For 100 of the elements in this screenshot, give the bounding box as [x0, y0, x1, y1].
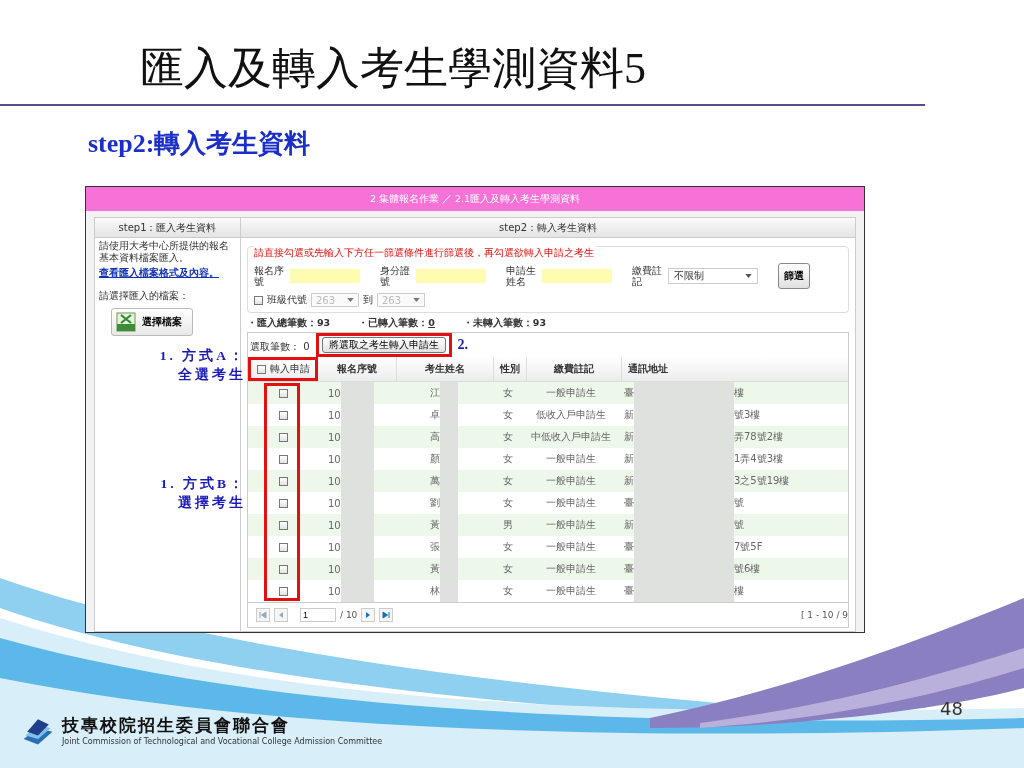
annotation-text: 2. [457, 337, 469, 353]
checkbox[interactable] [278, 432, 288, 442]
table-cell: 10 [328, 541, 341, 553]
select-all-header[interactable]: 轉入申請 [248, 357, 318, 381]
transfer-button[interactable]: 將選取之考生轉入申請生 [321, 337, 446, 353]
breadcrumb: 2.集體報名作業 ／ 2.1匯入及轉入考生學測資料 [369, 192, 581, 206]
table-cell: 10 [328, 519, 341, 531]
table-cell-text: 女 [502, 452, 514, 466]
step2-header: step2：轉入考生資料 [241, 218, 855, 238]
table-cell: 號 [734, 518, 744, 532]
table-cell: 臺 [624, 496, 634, 510]
caret-icon [745, 274, 752, 278]
table-cell: 新 [624, 452, 634, 466]
input-field[interactable] [416, 269, 486, 283]
table-cell-text: 一般申請生 [545, 562, 597, 576]
count-stat: ・未轉入筆數：93 [462, 317, 547, 329]
organization-name-english: Joint Commission of Technological and Vocational College Admission Committee [62, 737, 383, 746]
table-cell-text: 女 [502, 496, 514, 510]
table-cell: 3之5號19樓 [734, 474, 790, 488]
table-cell-text: 一般申請生 [545, 540, 597, 554]
table-cell: 高 [430, 430, 440, 444]
table-cell: 劉 [430, 496, 440, 510]
input-field[interactable] [290, 269, 360, 283]
table-cell: 10 [328, 453, 341, 465]
table-cell: 林 [430, 584, 440, 598]
table-cell: 10 [328, 563, 341, 575]
step1-header: step1：匯入考生資料 [95, 218, 240, 238]
checkbox[interactable] [278, 454, 288, 464]
table-cell: 樓 [734, 386, 744, 400]
filter-button[interactable]: 篩選 [778, 263, 810, 289]
caret-icon [347, 298, 354, 302]
table-cell: 新 [624, 408, 634, 422]
next-page-icon[interactable] [361, 608, 376, 622]
checkbox[interactable] [278, 542, 288, 552]
checkbox[interactable] [278, 410, 288, 420]
table-cell-text: 女 [502, 540, 514, 554]
page-total: / 10 [340, 610, 358, 620]
column-header: 通訊地址 [627, 362, 669, 376]
table-cell: 新 [624, 518, 634, 532]
format-link[interactable]: 查看匯入檔案格式及內容。 [95, 266, 240, 280]
table-cell-text: 女 [502, 562, 514, 576]
count-stat: ・已轉入筆數：0 [358, 317, 435, 329]
table-cell: 萬 [430, 474, 440, 488]
filter-notice: 請直接勾選或先輸入下方任一篩選條件進行篩選後，再勾選欲轉入申請之考生 [254, 246, 596, 260]
redaction-block [440, 580, 458, 602]
table-cell: 10 [328, 431, 341, 443]
column-header: 性別 [494, 357, 527, 381]
last-page-icon[interactable] [379, 608, 394, 622]
to-label: 到 [363, 293, 373, 307]
table-cell: 新 [624, 474, 634, 488]
column-header: 考生姓名 [397, 357, 494, 381]
choose-file-button[interactable]: 選擇檔案 [111, 308, 193, 336]
table-cell: 10 [328, 585, 341, 597]
table-cell: 10 [328, 409, 341, 421]
field-label: 申請生姓名 [506, 265, 536, 287]
table-cell: 顏 [430, 452, 440, 466]
table-cell-text: 男 [502, 518, 514, 532]
table-cell: 張 [430, 540, 440, 554]
checkbox[interactable] [278, 586, 288, 596]
payment-select[interactable]: 不限制 [668, 268, 758, 284]
table-cell: 號3樓 [734, 408, 761, 422]
file-label: 請選擇匯入的檔案： [98, 289, 190, 303]
table-cell: 7號5F [734, 540, 763, 554]
table-cell-text: 一般申請生 [545, 584, 597, 598]
table-cell-text: 女 [502, 408, 514, 422]
table-cell: 10 [328, 387, 341, 399]
annotation-text: 1. 方式A： [159, 347, 246, 365]
selected-count: 選取筆數： 0 [250, 340, 310, 354]
table-cell: 新 [624, 430, 634, 444]
checkbox[interactable] [278, 476, 288, 486]
instructions: 請使用大考中心所提供的報名基本資料檔案匯入。 [98, 239, 230, 265]
table-cell-text: 一般申請生 [545, 386, 597, 400]
table-cell: 黃 [430, 562, 440, 576]
redaction-block [340, 580, 374, 602]
table-cell: 江 [430, 386, 440, 400]
annotation-text: 全選考生 [177, 366, 246, 384]
field-label: 身分證號 [380, 265, 410, 287]
input-field[interactable] [542, 269, 612, 283]
table-cell: 10 [328, 475, 341, 487]
table-cell: 臺 [624, 540, 634, 554]
table-cell: 弄78號2樓 [734, 430, 784, 444]
checkbox[interactable] [278, 388, 288, 398]
caret-icon [413, 298, 420, 302]
table-cell: 臺 [624, 386, 634, 400]
table-cell: 臺 [624, 562, 634, 576]
checkbox[interactable] [278, 564, 288, 574]
table-cell-text: 低收入戶申請生 [535, 408, 607, 422]
checkbox[interactable] [278, 498, 288, 508]
record-range: [ 1 - 10 / 9 [801, 610, 848, 620]
field-label: 繳費註記 [632, 265, 662, 287]
table-cell-text: 一般申請生 [545, 496, 597, 510]
checkbox[interactable] [278, 520, 288, 530]
count-stat: ・匯入總筆數：93 [247, 317, 331, 329]
column-header: 繳費註記 [527, 357, 622, 381]
table-cell-text: 女 [502, 474, 514, 488]
table-cell: 號 [734, 496, 744, 510]
page-field[interactable]: 1 [300, 608, 336, 622]
slide-subtitle: step2:轉入考生資料 [87, 128, 312, 160]
field-label: 報名序號 [254, 265, 284, 287]
table-cell-text: 女 [502, 430, 514, 444]
